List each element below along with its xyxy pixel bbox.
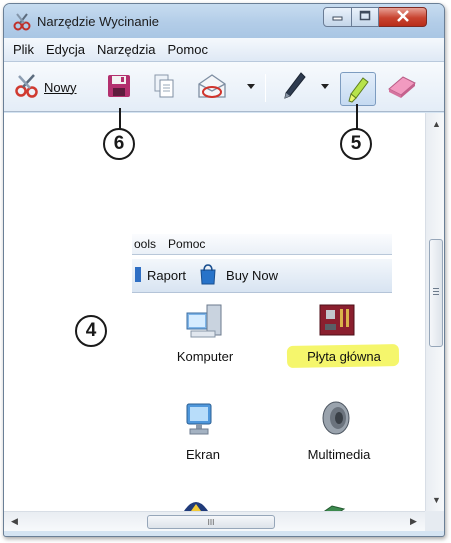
captured-buy-label: Buy Now (226, 268, 279, 283)
callout-4: 4 (75, 315, 107, 347)
scroll-right-arrow-icon[interactable]: ▶ (410, 516, 417, 527)
snip-canvas[interactable]: ools Pomoc Raport Buy Now Komputer Płyta… (4, 113, 425, 511)
partial-round-icon (183, 499, 209, 511)
close-icon (396, 9, 410, 25)
menu-edycja[interactable]: Edycja (46, 42, 85, 57)
close-button[interactable] (379, 7, 427, 27)
monitor-icon (184, 401, 216, 440)
menu-plik[interactable]: Plik (13, 42, 34, 57)
item-ekran-label: Ekran (186, 447, 220, 462)
toolbar-separator (265, 74, 266, 102)
menu-bar: Plik Edycja Narzędzia Pomoc (4, 38, 444, 62)
highlighter-icon (347, 76, 371, 107)
send-dropdown-arrow-icon[interactable] (247, 84, 255, 89)
menu-pomoc[interactable]: Pomoc (168, 42, 208, 57)
speaker-icon (319, 399, 355, 440)
horizontal-scroll-thumb[interactable]: III (147, 515, 275, 529)
captured-toolbar: Raport Buy Now (132, 259, 392, 293)
maximize-button[interactable] (352, 7, 379, 27)
scroll-down-arrow-icon[interactable]: ▼ (432, 495, 441, 505)
send-snip-button[interactable] (195, 72, 229, 102)
shopping-bag-icon (198, 263, 218, 288)
report-icon (134, 264, 142, 287)
partial-card-icon (320, 502, 346, 511)
item-komputer-label: Komputer (176, 349, 234, 364)
eraser-icon (386, 73, 418, 102)
pen-icon (281, 71, 307, 104)
maximize-icon (359, 10, 371, 24)
scroll-left-arrow-icon[interactable]: ◀ (11, 516, 18, 527)
minimize-button[interactable] (323, 7, 352, 27)
new-snip-button[interactable]: Nowy (14, 72, 77, 102)
vertical-scroll-thumb[interactable] (429, 239, 443, 347)
scrollbar-corner (425, 511, 444, 531)
pen-button[interactable] (281, 71, 307, 104)
save-icon (106, 73, 132, 102)
toolbar: Nowy (4, 62, 444, 112)
motherboard-icon (318, 303, 356, 340)
menu-narzedzia[interactable]: Narzędzia (97, 42, 156, 57)
scroll-up-arrow-icon[interactable]: ▲ (432, 119, 441, 129)
snipping-tool-window: Narzędzie Wycinanie Plik Edycja Narzędzi… (3, 3, 445, 537)
callout-6-line (119, 108, 121, 130)
copy-button[interactable] (152, 72, 176, 102)
captured-report-label: Raport (147, 268, 187, 283)
item-plyta-glowna-label: Płyta główna (307, 349, 381, 364)
horizontal-scrollbar[interactable]: ◀ III ▶ (4, 511, 425, 531)
highlighter-button[interactable] (340, 72, 376, 106)
eraser-button[interactable] (386, 72, 418, 102)
computer-icon (185, 303, 225, 344)
captured-menu-bar: ools Pomoc (132, 234, 392, 255)
title-bar[interactable]: Narzędzie Wycinanie (4, 4, 444, 38)
captured-menu-tools: ools (134, 237, 157, 251)
pen-dropdown-arrow-icon[interactable] (321, 84, 329, 89)
item-multimedia-label: Multimedia (307, 447, 371, 462)
save-button[interactable] (106, 72, 132, 102)
callout-5: 5 (340, 128, 372, 160)
window-title: Narzędzie Wycinanie (37, 14, 159, 29)
email-icon (195, 72, 229, 103)
new-snip-label: Nowy (44, 79, 77, 95)
scissors-icon (14, 73, 40, 102)
vertical-scrollbar[interactable]: ▲ ▼ (425, 113, 444, 511)
callout-5-line (356, 104, 358, 130)
copy-icon (152, 73, 176, 102)
captured-menu-help: Pomoc (168, 237, 206, 251)
scissors-app-icon (12, 12, 32, 32)
callout-6: 6 (103, 128, 135, 160)
minimize-icon (332, 10, 344, 24)
